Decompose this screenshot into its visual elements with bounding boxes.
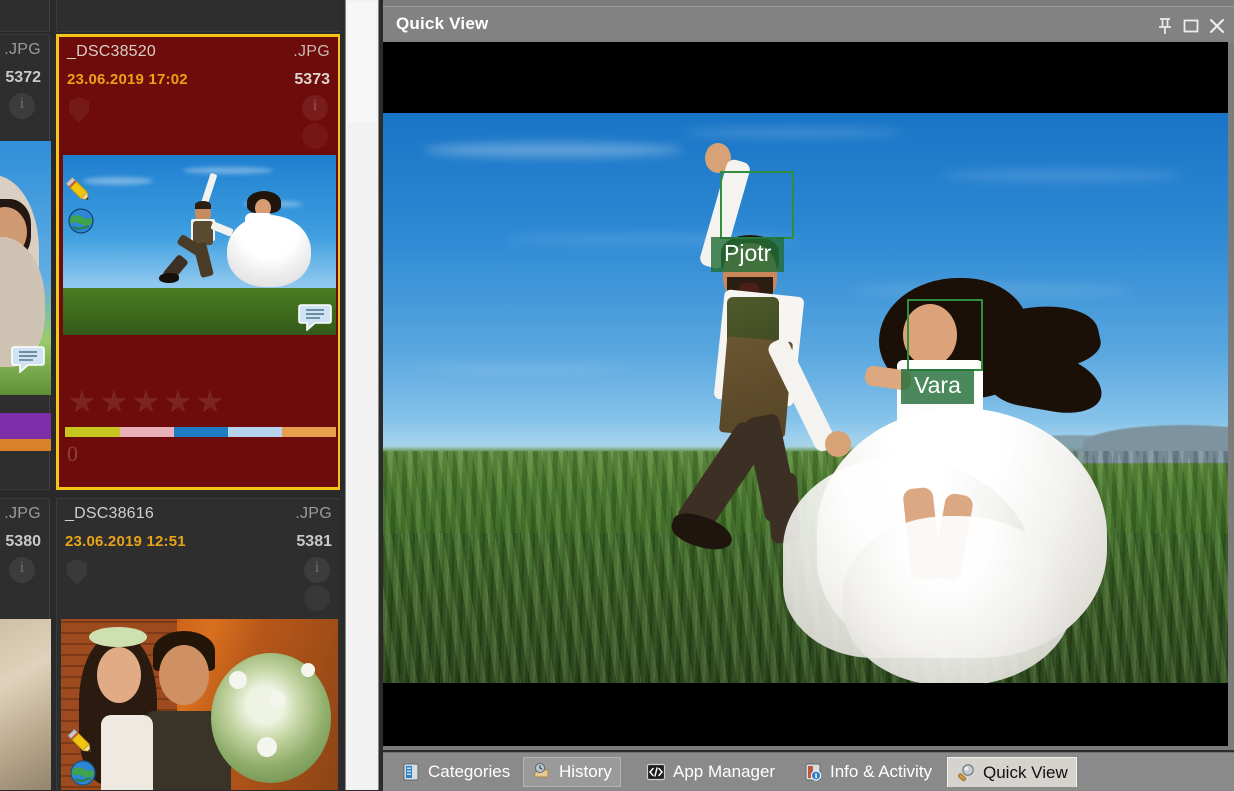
- tab-app-manager[interactable]: App Manager: [638, 757, 783, 787]
- color-swatch-2[interactable]: [120, 427, 174, 437]
- tab-label: Categories: [428, 762, 511, 781]
- file-number-label: 5381: [296, 533, 332, 550]
- bottom-tab-bar[interactable]: Categories History App Manager Info & Ac…: [383, 752, 1234, 791]
- quick-view-title: Quick View: [396, 14, 489, 33]
- file-number-label: 5372: [5, 69, 41, 86]
- star-1[interactable]: [69, 389, 95, 413]
- face-box-pjotr[interactable]: [720, 171, 794, 239]
- color-label-strip-2: [0, 439, 51, 451]
- thumbnail-image[interactable]: [0, 619, 51, 790]
- color-swatch-5[interactable]: [282, 427, 336, 437]
- color-label-strip: [0, 413, 51, 439]
- star-2[interactable]: [101, 389, 127, 413]
- globe-icon[interactable]: [69, 759, 97, 787]
- tab-label: App Manager: [673, 762, 776, 781]
- file-extension-label: .JPG: [4, 505, 41, 522]
- quick-view-photo[interactable]: Pjotr Vara: [383, 113, 1228, 683]
- thumbnail-tile-partial-top[interactable]: [56, 0, 340, 32]
- info-icon-secondary[interactable]: [304, 585, 330, 611]
- file-number-label: 5373: [294, 71, 330, 88]
- tab-info-activity[interactable]: Info & Activity: [795, 757, 940, 787]
- thumbnail-tile-selected-DSC38520[interactable]: _DSC38520 .JPG 23.06.2019 17:02 5373 i 0: [56, 34, 340, 490]
- thumbnail-tile-5380[interactable]: .JPG 5380: [0, 498, 51, 790]
- categories-icon: [401, 762, 421, 782]
- tab-quick-view[interactable]: Quick View: [947, 757, 1077, 787]
- globe-icon[interactable]: [67, 207, 95, 235]
- quick-view-canvas[interactable]: Pjotr Vara: [383, 42, 1228, 746]
- file-extension-label: .JPG: [293, 43, 330, 60]
- tab-label: Quick View: [983, 762, 1068, 782]
- color-swatch-3[interactable]: [174, 427, 228, 437]
- maximize-icon[interactable]: [1180, 15, 1202, 37]
- pencil-icon[interactable]: [63, 175, 93, 205]
- info-icon[interactable]: [304, 557, 330, 583]
- datetime-label: 23.06.2019 17:02: [67, 71, 188, 88]
- pin-icon[interactable]: [1154, 15, 1176, 37]
- pencil-icon[interactable]: [65, 727, 95, 757]
- thumbnail-tile-5372[interactable]: .JPG 5372: [0, 34, 51, 490]
- info-icon[interactable]: [9, 557, 35, 583]
- thumbnail-image[interactable]: [61, 619, 338, 790]
- star-4[interactable]: [165, 389, 191, 413]
- quick-view-titlebar[interactable]: Quick View: [383, 6, 1234, 43]
- thumbnail-image[interactable]: [0, 141, 51, 395]
- face-box-vara[interactable]: [907, 299, 983, 371]
- quick-view-icon: [956, 763, 976, 783]
- color-label-bar[interactable]: [65, 427, 336, 437]
- shield-icon[interactable]: [67, 559, 87, 585]
- info-activity-icon: [803, 762, 823, 782]
- close-icon[interactable]: [1206, 15, 1228, 37]
- thumbnail-tile-partial-top-left[interactable]: [0, 0, 50, 32]
- tab-categories[interactable]: Categories: [393, 757, 518, 787]
- star-5[interactable]: [197, 389, 223, 413]
- thumbnail-image[interactable]: [63, 155, 336, 335]
- file-number-label: 5380: [5, 533, 41, 550]
- comment-icon[interactable]: [298, 303, 332, 332]
- datetime-label: 23.06.2019 12:51: [65, 533, 186, 550]
- tab-history[interactable]: History: [523, 757, 621, 787]
- scrollbar-thumb[interactable]: [348, 2, 376, 122]
- color-swatch-1[interactable]: [65, 427, 120, 437]
- thumbnail-panel-scrollbar[interactable]: [345, 0, 379, 790]
- thumbnail-tile-DSC38616[interactable]: _DSC38616 .JPG 23.06.2019 12:51 5381: [56, 498, 340, 790]
- star-3[interactable]: [133, 389, 159, 413]
- info-icon-secondary[interactable]: [302, 123, 328, 149]
- app-manager-icon: [646, 762, 666, 782]
- file-extension-label: .JPG: [4, 41, 41, 58]
- color-swatch-4[interactable]: [228, 427, 282, 437]
- info-icon[interactable]: [302, 95, 328, 121]
- filename-label: _DSC38616: [65, 505, 154, 522]
- thumbnail-browser-panel[interactable]: .JPG 5372 i _DSC38520 .JPG 23.06.2019 17…: [0, 0, 340, 790]
- tab-label: Info & Activity: [830, 762, 933, 781]
- comment-icon[interactable]: [11, 345, 45, 374]
- face-tag-vara[interactable]: Vara: [901, 369, 974, 404]
- history-icon: [532, 762, 552, 782]
- rating-value-label: 0: [67, 441, 78, 466]
- file-extension-label: .JPG: [295, 505, 332, 522]
- rating-stars[interactable]: [69, 389, 223, 415]
- filename-label: _DSC38520: [67, 43, 156, 60]
- quick-view-window: Quick View Pjotr Vara: [383, 0, 1234, 750]
- tab-label: History: [559, 762, 612, 781]
- info-icon[interactable]: [9, 93, 35, 119]
- shield-icon[interactable]: [69, 97, 89, 123]
- face-tag-pjotr[interactable]: Pjotr: [711, 237, 785, 272]
